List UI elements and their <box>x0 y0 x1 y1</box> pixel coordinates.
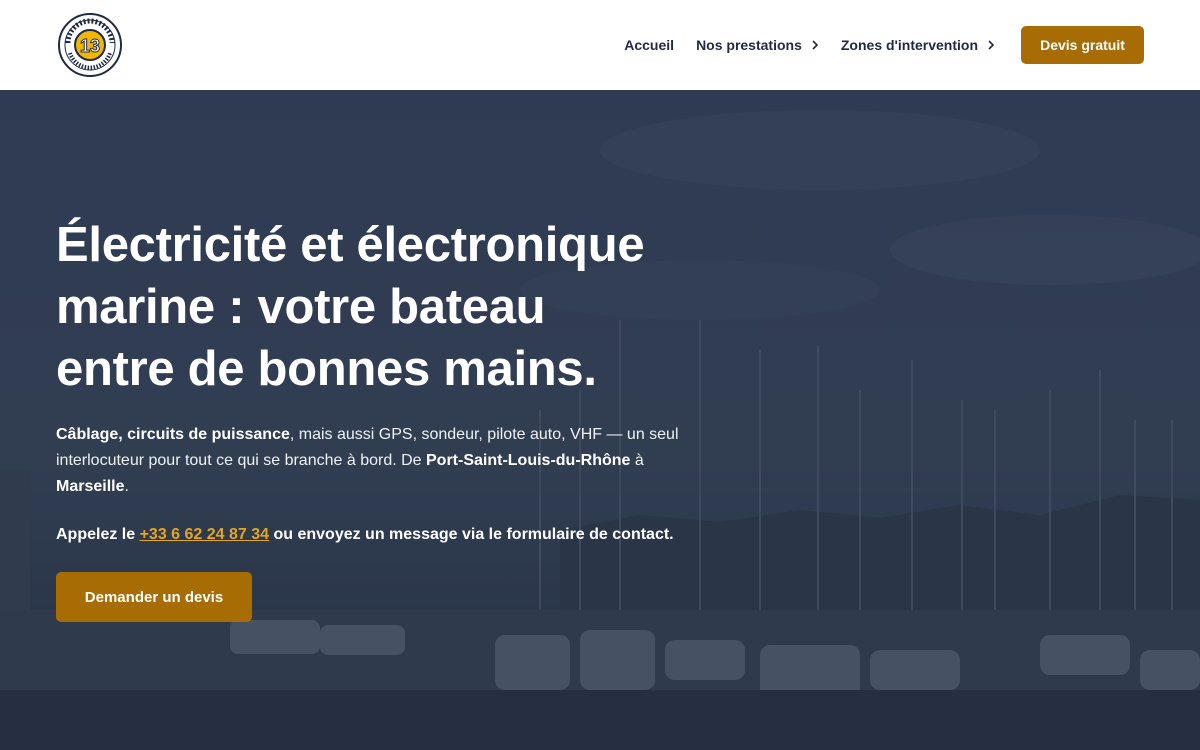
free-quote-button[interactable]: Devis gratuit <box>1021 26 1144 64</box>
hero-content: Électricité et électronique marine : vot… <box>56 214 706 622</box>
hero-text-part: à <box>630 452 644 469</box>
hero-text-bold-port: Port-Saint-Louis-du-Rhône <box>426 452 631 469</box>
call-suffix: ou envoyez un message via le formulaire … <box>269 526 674 543</box>
main-nav: Accueil Nos prestations Zones d'interven… <box>624 26 1144 64</box>
nav-item-label: Zones d'intervention <box>840 37 978 53</box>
hero-section: Électricité et électronique marine : vot… <box>0 90 1200 750</box>
site-header: 13 Accueil Nos prestations Zones d'inter… <box>0 0 1200 90</box>
phone-link[interactable]: +33 6 62 24 87 34 <box>140 526 269 543</box>
nav-item-label: Accueil <box>624 37 675 53</box>
nav-item-zones[interactable]: Zones d'intervention <box>841 37 995 53</box>
nav-item-prestations[interactable]: Nos prestations <box>696 37 819 53</box>
nav-item-label: Nos prestations <box>696 37 802 53</box>
elec-nautic-13-logo-icon: 13 <box>58 13 122 77</box>
chevron-right-icon <box>812 40 819 50</box>
hero-text-bold-cablage: Câblage, circuits de puissance <box>56 426 290 443</box>
hero-description: Câblage, circuits de puissance, mais aus… <box>56 422 706 500</box>
hero-call-text: Appelez le +33 6 62 24 87 34 ou envoyez … <box>56 522 676 548</box>
logo-number: 13 <box>80 36 100 56</box>
hero-title: Électricité et électronique marine : vot… <box>56 218 645 396</box>
hero-text-part: . <box>124 478 129 495</box>
hero-text-bold-marseille: Marseille <box>56 478 125 495</box>
logo[interactable]: 13 <box>58 13 122 77</box>
chevron-right-icon <box>988 40 995 50</box>
request-quote-button[interactable]: Demander un devis <box>56 572 252 622</box>
call-prefix: Appelez le <box>56 526 140 543</box>
nav-item-accueil[interactable]: Accueil <box>624 37 674 53</box>
